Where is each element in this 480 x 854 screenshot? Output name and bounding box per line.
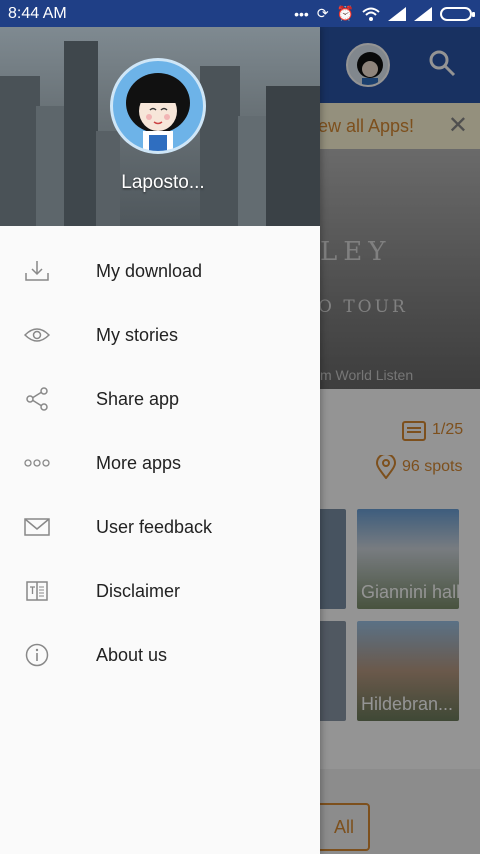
menu-item-label: Disclaimer [96,580,181,601]
signal-icon [414,6,432,21]
more-icon: ••• [294,5,309,22]
menu-item-user-feedback[interactable]: User feedback [0,495,320,559]
menu-item-about-us[interactable]: About us [0,623,320,687]
menu-item-label: About us [96,644,168,665]
menu-item-more-apps[interactable]: More apps [0,431,320,495]
status-bar: 8:44 AM ••• ⟳ ⏰ [0,0,480,27]
eye-icon [24,328,50,342]
sync-icon: ⟳ [316,5,329,21]
mail-icon [24,518,50,536]
menu-item-label: Share app [96,388,180,409]
download-icon [25,261,49,281]
menu-item-label: My download [96,260,203,281]
menu-item-my-download[interactable]: My download [0,239,320,303]
menu-item-share-app[interactable]: Share app [0,367,320,431]
menu-item-label: My stories [96,324,179,345]
alarm-icon: ⏰ [336,5,354,21]
menu-item-disclaimer[interactable]: Disclaimer [0,559,320,623]
book-icon [26,581,48,601]
drawer-menu: My download My stories Share app More ap… [0,239,320,687]
menu-item-my-stories[interactable]: My stories [0,303,320,367]
profile-avatar[interactable] [110,58,206,154]
info-icon [25,643,49,667]
more-apps-icon [24,459,50,467]
battery-icon [440,6,475,21]
status-time: 8:44 AM [8,4,67,22]
navigation-drawer: Laposto... My download My stories Share … [0,27,320,854]
menu-item-label: User feedback [96,516,213,537]
drawer-header: Laposto... [0,27,320,226]
signal-icon [388,6,406,21]
profile-name[interactable]: Laposto... [0,172,320,194]
wifi-icon [362,7,380,21]
menu-item-label: More apps [96,452,182,473]
status-icons: ••• ⟳ ⏰ [294,5,475,22]
share-icon [26,387,48,411]
